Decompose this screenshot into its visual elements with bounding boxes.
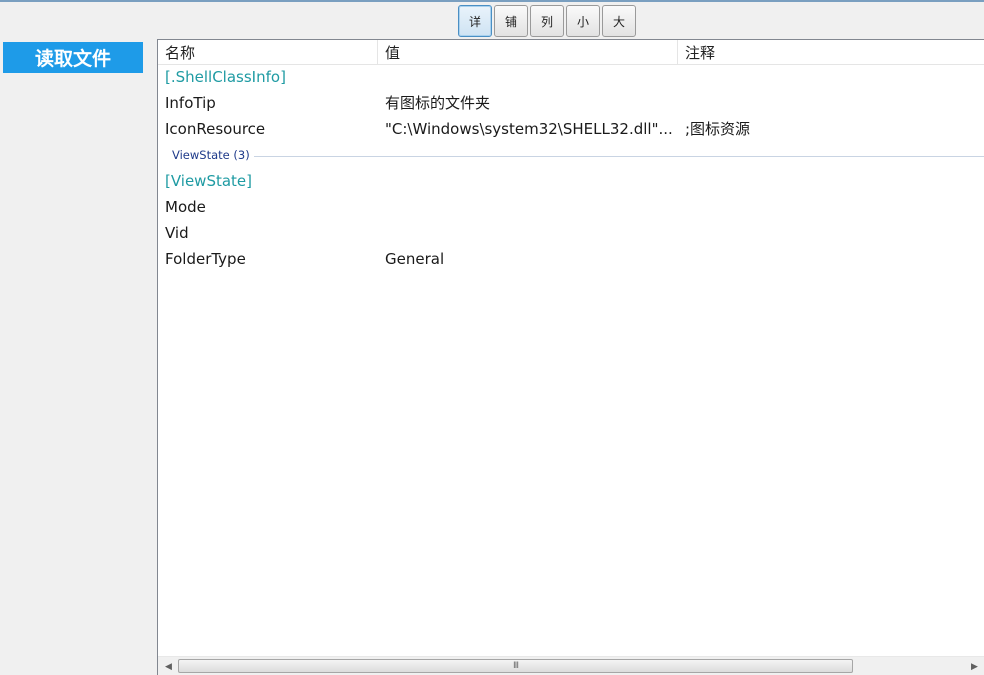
- table-row[interactable]: Mode: [158, 194, 984, 220]
- view-tiles-button[interactable]: 铺: [494, 5, 528, 37]
- row-comment: [685, 90, 975, 116]
- scroll-right-arrow-icon[interactable]: ▶: [966, 657, 983, 675]
- group-label: ViewState (3): [172, 148, 254, 162]
- row-name: InfoTip: [165, 94, 216, 112]
- view-list-button[interactable]: 列: [530, 5, 564, 37]
- column-header-comment[interactable]: 注释: [678, 40, 984, 64]
- table-row-section-shellclassinfo[interactable]: [.ShellClassInfo]: [158, 64, 984, 90]
- view-small-icons-button[interactable]: 小: [566, 5, 600, 37]
- horizontal-scrollbar[interactable]: ◀ III ▶: [158, 656, 984, 675]
- row-name: [.ShellClassInfo]: [165, 68, 286, 86]
- row-value: [385, 220, 675, 246]
- row-comment: ;图标资源: [685, 120, 751, 138]
- row-name: Mode: [165, 198, 206, 216]
- row-value: [385, 194, 675, 220]
- row-value: 有图标的文件夹: [385, 94, 491, 112]
- row-name: FolderType: [165, 250, 246, 268]
- column-header-value[interactable]: 值: [378, 40, 678, 64]
- table-row[interactable]: Vid: [158, 220, 984, 246]
- column-header-name[interactable]: 名称: [158, 40, 378, 64]
- view-large-icons-button[interactable]: 大: [602, 5, 636, 37]
- scrollbar-thumb[interactable]: III: [178, 659, 853, 673]
- ini-list-view: 名称 值 注释 [.ShellClassInfo] InfoTip 有图标的文件…: [157, 39, 984, 675]
- read-file-button[interactable]: 读取文件: [3, 42, 143, 73]
- scroll-left-arrow-icon[interactable]: ◀: [160, 657, 177, 675]
- row-value: General: [385, 250, 445, 268]
- table-row[interactable]: FolderType General: [158, 246, 984, 272]
- row-name: IconResource: [165, 120, 266, 138]
- row-name: [ViewState]: [165, 172, 253, 190]
- view-mode-toolbar: 详 铺 列 小 大: [458, 5, 636, 37]
- column-header: 名称 值 注释: [158, 40, 984, 65]
- group-header-viewstate[interactable]: ViewState (3): [158, 146, 984, 166]
- scrollbar-grip: III: [513, 661, 519, 671]
- group-divider: [254, 156, 984, 157]
- table-row-section-viewstate[interactable]: [ViewState]: [158, 168, 984, 194]
- window-top-border: [0, 0, 984, 2]
- view-details-button[interactable]: 详: [458, 5, 492, 37]
- table-row[interactable]: IconResource "C:\Windows\system32\SHELL3…: [158, 116, 984, 142]
- table-row[interactable]: InfoTip 有图标的文件夹: [158, 90, 984, 116]
- row-name: Vid: [165, 224, 189, 242]
- row-value: "C:\Windows\system32\SHELL32.dll"...: [385, 120, 673, 138]
